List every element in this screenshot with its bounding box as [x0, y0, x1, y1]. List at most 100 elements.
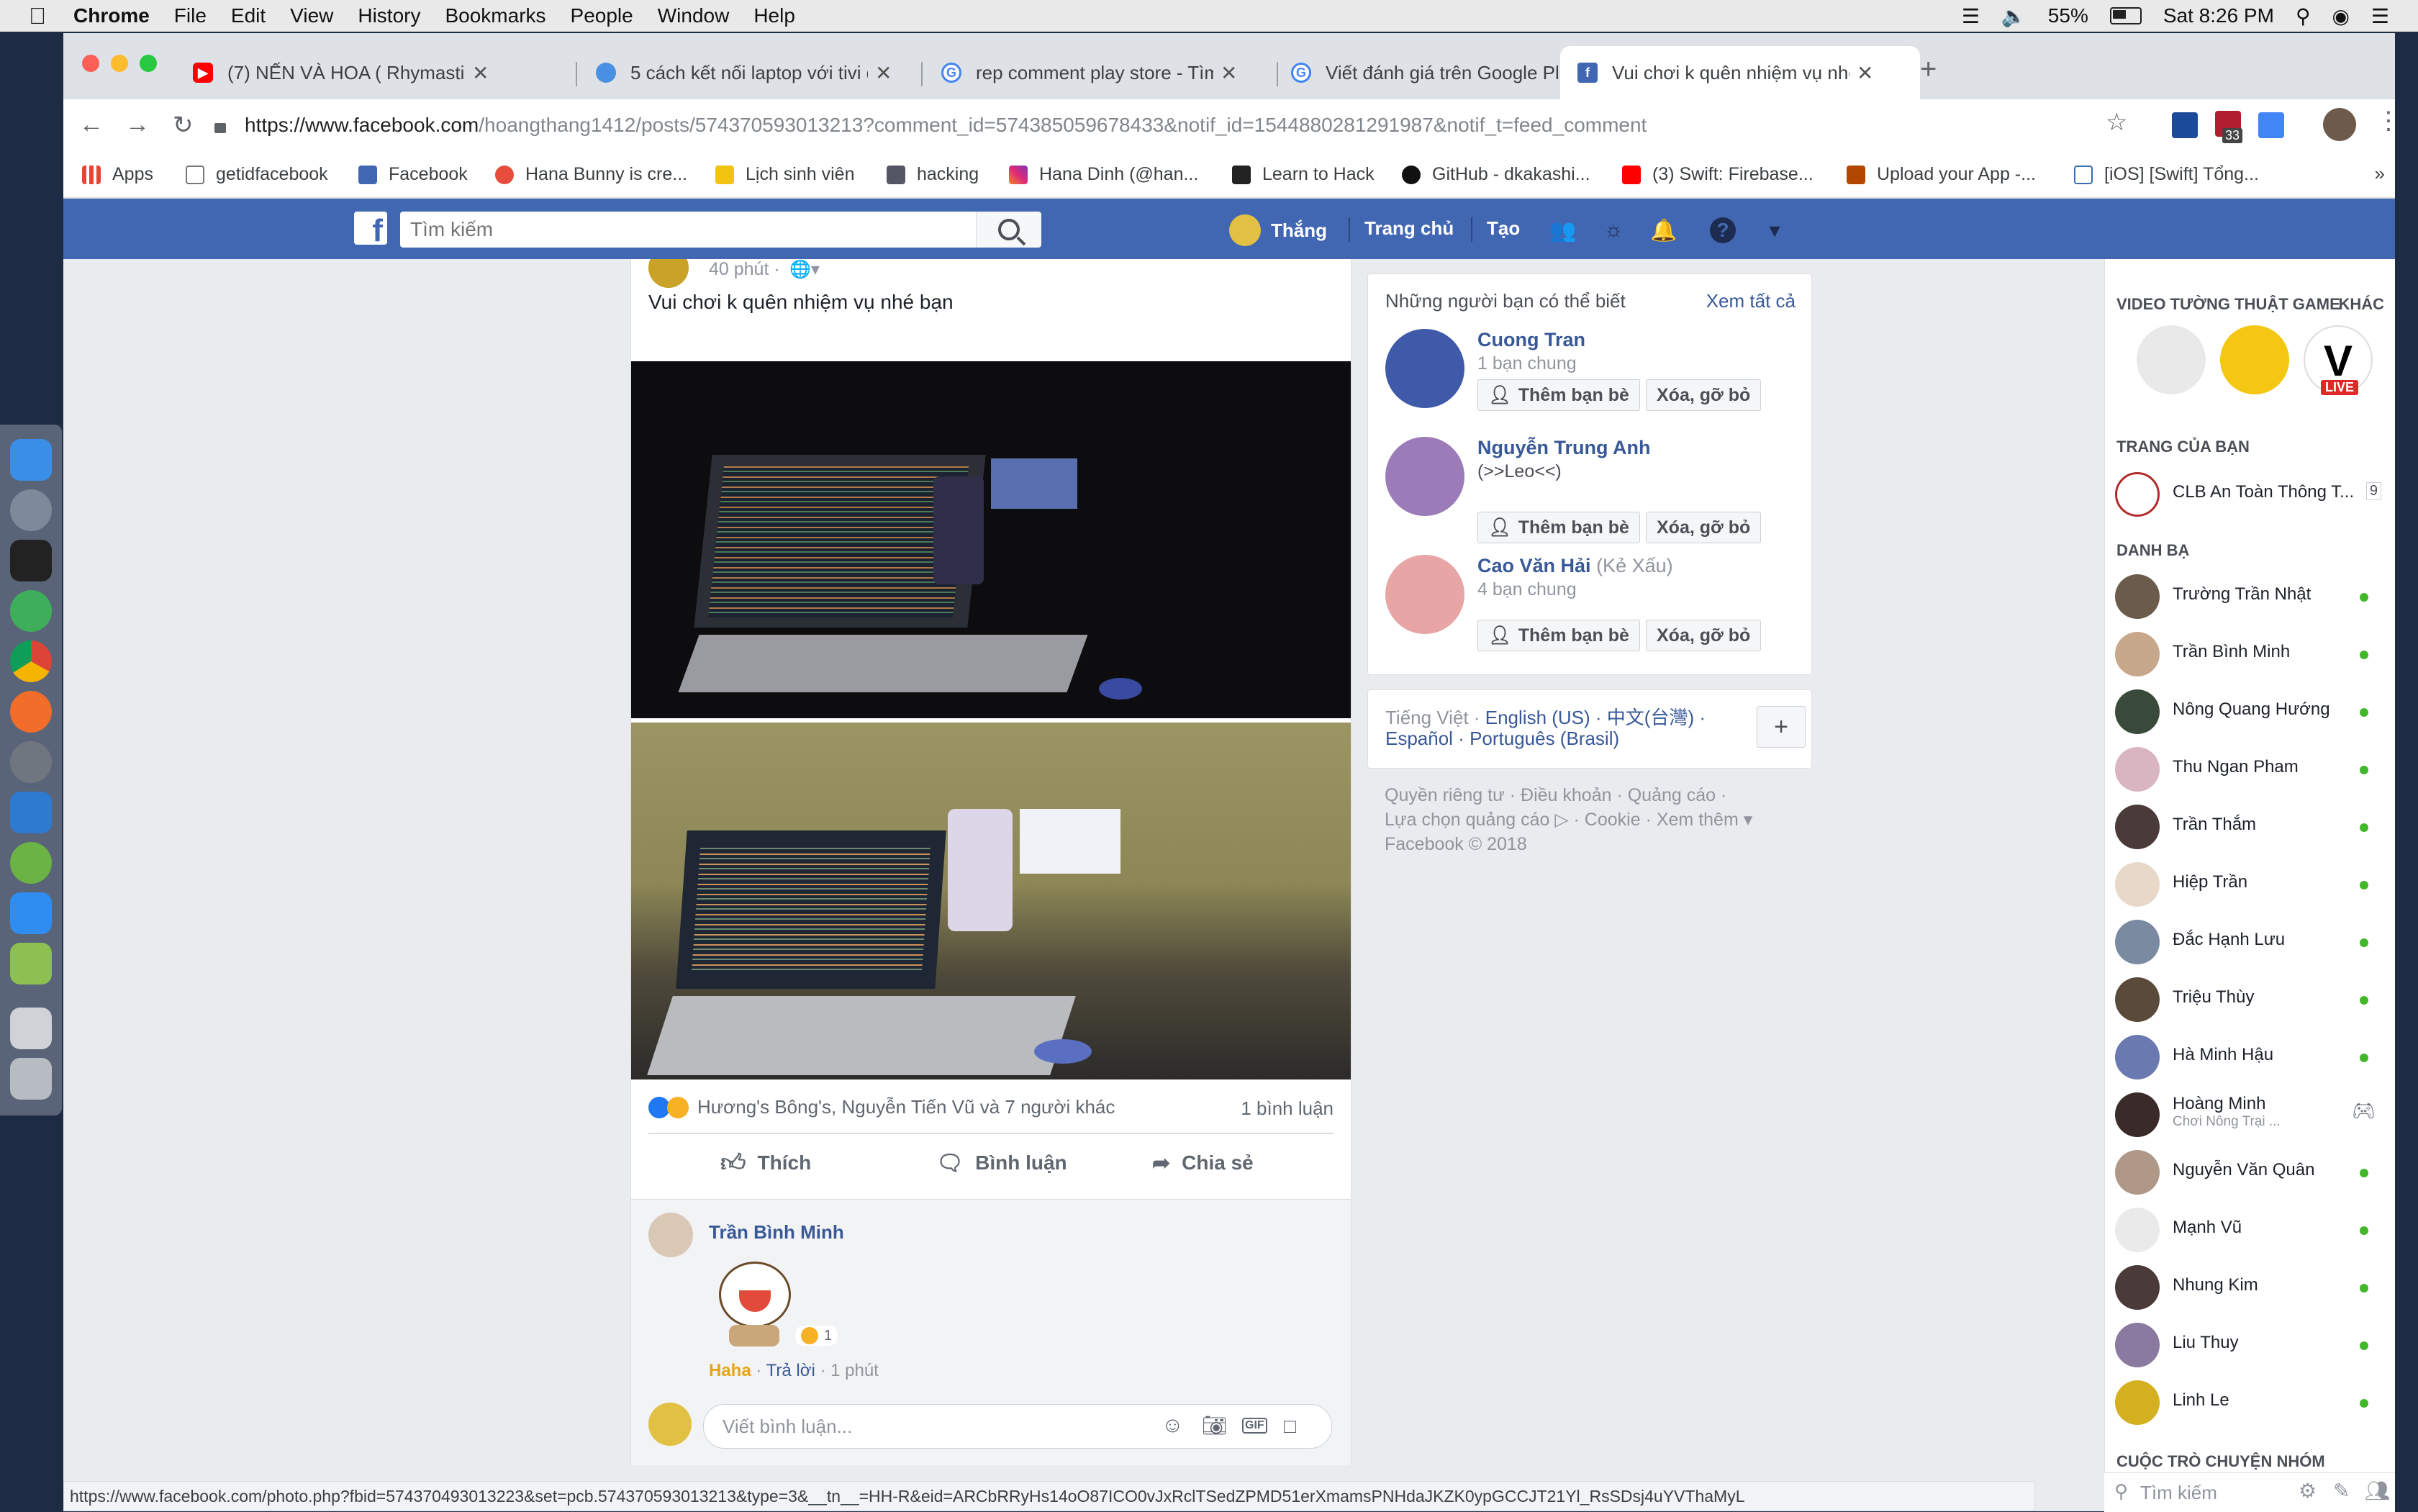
bookmark-getidfacebook[interactable]: getidfacebook	[186, 164, 328, 185]
comment-reaction-bubble[interactable]: 1	[795, 1326, 838, 1346]
bookmark-lich-sinh-vien[interactable]: Lịch sinh viên	[715, 164, 854, 185]
terminal-icon[interactable]	[10, 540, 52, 581]
lock-icon[interactable]	[214, 123, 226, 133]
documents-icon[interactable]	[10, 1008, 52, 1049]
notification-center-icon[interactable]: ☰	[2371, 4, 2389, 28]
new-tab-button[interactable]: +	[1920, 53, 1937, 86]
launchpad-icon[interactable]	[10, 489, 52, 531]
add-language-button[interactable]: +	[1757, 706, 1806, 748]
atom-icon[interactable]	[10, 590, 52, 632]
tab-google-search[interactable]: G rep comment play store - Tìm v ✕	[941, 46, 1287, 99]
menu-window[interactable]: Window	[658, 4, 730, 27]
translate-icon[interactable]	[2258, 112, 2284, 138]
comment-haha-link[interactable]: Haha	[709, 1361, 751, 1380]
chrome-menu-icon[interactable]: ⋮	[2376, 107, 2395, 135]
address-bar[interactable]: https://www.facebook.com/hoangthang1412/…	[214, 105, 2258, 145]
suggestion-avatar[interactable]	[1385, 329, 1464, 408]
commenter-avatar[interactable]	[648, 1213, 693, 1257]
menu-history[interactable]: History	[358, 4, 420, 27]
xcode-icon[interactable]	[10, 792, 52, 833]
language-links[interactable]: Español · Português (Brasil)	[1385, 728, 1619, 750]
contact-row[interactable]: Trường Trần Nhật	[2105, 566, 2395, 623]
chat-search-input[interactable]: Tìm kiếm	[2140, 1482, 2217, 1504]
contact-row[interactable]: Thu Ngan Pham	[2105, 738, 2395, 796]
facebook-search-button[interactable]	[976, 212, 1041, 248]
close-tab-icon[interactable]: ✕	[1221, 61, 1237, 85]
see-all-link[interactable]: Xem tất cả	[1706, 290, 1796, 312]
bookmark-hacking[interactable]: hacking	[887, 164, 979, 185]
new-group-icon[interactable]: 👥︎	[2365, 1479, 2391, 1503]
bookmark-hana-dinh[interactable]: Hana Dinh (@han...	[1009, 164, 1198, 185]
trash-icon[interactable]	[10, 1058, 52, 1100]
post-photo[interactable]	[631, 361, 1351, 718]
contact-row[interactable]: Mạnh Vũ	[2105, 1199, 2395, 1257]
tab-youtube[interactable]: ▶ (7) NẾN VÀ HOA ( Rhymastic) ✕	[193, 46, 567, 99]
contact-row[interactable]: Hiệp Trần	[2105, 854, 2395, 911]
clock[interactable]: Sat 8:26 PM	[2163, 4, 2274, 27]
suggestion-avatar[interactable]	[1385, 555, 1464, 634]
remove-suggestion-button[interactable]: Xóa, gỡ bỏ	[1646, 379, 1762, 411]
help-icon[interactable]: ?	[1710, 217, 1736, 243]
suggestion-name[interactable]: Nguyễn Trung Anh	[1477, 437, 1650, 459]
home-link[interactable]: Trang chủ	[1364, 217, 1454, 240]
gear-icon[interactable]: ⚙	[2299, 1479, 2317, 1503]
siri-icon[interactable]: ◉	[2332, 4, 2349, 28]
messenger-icon[interactable]: ☼	[1600, 217, 1626, 243]
contact-row[interactable]: Linh Le	[2105, 1372, 2395, 1429]
remove-suggestion-button[interactable]: Xóa, gỡ bỏ	[1646, 620, 1762, 651]
more-link[interactable]: KHÁC	[2338, 295, 2384, 314]
close-tab-icon[interactable]: ✕	[472, 61, 489, 85]
contact-row[interactable]: Đắc Hạnh Lưu	[2105, 911, 2395, 969]
close-tab-icon[interactable]: ✕	[1857, 61, 1873, 85]
wifi-icon[interactable]: ☰	[1962, 4, 1980, 28]
post-photo[interactable]	[631, 723, 1351, 1079]
zoom-window-button[interactable]	[140, 55, 157, 72]
suggestion-name[interactable]: Cao Văn Hải	[1477, 555, 1591, 576]
comment-button[interactable]: 🗨︎ Bình luận	[936, 1136, 1067, 1190]
emoji-icon[interactable]: ☺	[1162, 1413, 1184, 1438]
suggestion-mutual[interactable]: 1 bạn chung	[1477, 353, 1577, 374]
profile-link[interactable]: Thắng	[1229, 214, 1327, 246]
post-author-avatar[interactable]	[648, 259, 689, 288]
remove-suggestion-button[interactable]: Xóa, gỡ bỏ	[1646, 512, 1762, 543]
page-row[interactable]: CLB An Toàn Thông T... 9	[2105, 466, 2395, 524]
footer-links[interactable]: Quyền riêng tư · Điều khoản · Quảng cáo …	[1385, 783, 1752, 807]
like-button[interactable]: 👍︎ Thích	[720, 1136, 811, 1190]
bookmark-github[interactable]: GitHub - dkakashi...	[1402, 164, 1590, 185]
suggestion-name[interactable]: Cuong Tran	[1477, 329, 1585, 351]
comment-input[interactable]: Viết bình luận... ☺ 📷︎ GIF □	[703, 1404, 1332, 1449]
contact-row[interactable]: Nông Quang Hướng	[2105, 681, 2395, 738]
contact-row[interactable]: Triệu Thùy	[2105, 969, 2395, 1026]
chrome-icon[interactable]	[10, 640, 52, 682]
bookmark-ios-swift[interactable]: [iOS] [Swift] Tổng...	[2074, 164, 2259, 185]
suggestion-mutual[interactable]: 4 bạn chung	[1477, 579, 1577, 600]
extension-icon[interactable]	[2172, 112, 2198, 138]
add-friend-button[interactable]: 👤︎ Thêm bạn bè	[1477, 620, 1640, 651]
camera-icon[interactable]: 📷︎	[1202, 1413, 1228, 1437]
haha-sticker[interactable]	[709, 1256, 802, 1349]
spotlight-icon[interactable]: ⚲	[2296, 4, 2311, 28]
facebook-search-input[interactable]	[400, 212, 1041, 248]
notifications-icon[interactable]: 🔔	[1650, 217, 1677, 243]
footer-links[interactable]: Lựa chọn quảng cáo ▷ · Cookie · Xem thêm…	[1385, 807, 1752, 832]
contact-row[interactable]: Liu Thuy	[2105, 1314, 2395, 1372]
tab-laptop-tivi[interactable]: 5 cách kết nối laptop với tivi đơ ✕	[596, 46, 934, 99]
game-video-avatar[interactable]	[2137, 325, 2206, 394]
bookmarks-overflow-icon[interactable]: »	[2375, 163, 2385, 185]
add-friend-button[interactable]: 👤︎ Thêm bạn bè	[1477, 379, 1640, 411]
contact-row[interactable]: Hà Minh Hậu	[2105, 1026, 2395, 1084]
menu-view[interactable]: View	[290, 4, 333, 27]
comment-author[interactable]: Trần Bình Minh	[709, 1221, 844, 1244]
bookmark-apps[interactable]: Apps	[82, 164, 153, 185]
tab-facebook-active[interactable]: f Vui chơi k quên nhiệm vụ nhé b ✕	[1560, 46, 1920, 99]
privacy-globe-icon[interactable]: 🌐▾	[789, 259, 820, 280]
menu-help[interactable]: Help	[753, 4, 795, 27]
app-store-icon[interactable]	[10, 892, 52, 934]
forward-icon[interactable]: →	[125, 111, 150, 139]
contact-row[interactable]: Trần Bình Minh	[2105, 623, 2395, 681]
bookmark-learn-to-hack[interactable]: Learn to Hack	[1232, 164, 1375, 185]
menu-people[interactable]: People	[571, 4, 633, 27]
friend-requests-icon[interactable]: 👥	[1549, 217, 1576, 243]
share-button[interactable]: ➦ Chia sẻ	[1152, 1136, 1254, 1190]
menu-app-name[interactable]: Chrome	[73, 4, 150, 27]
